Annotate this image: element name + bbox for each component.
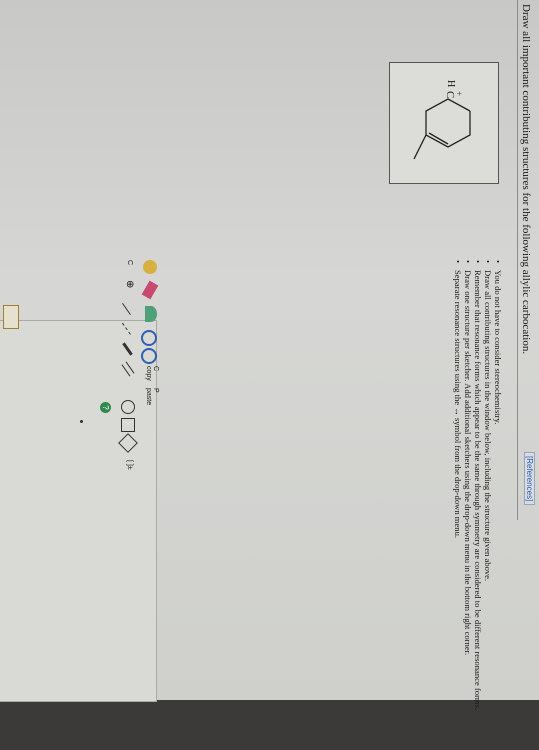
instruction-item: Separate resonance structures using the … bbox=[453, 270, 463, 750]
double-bond-icon[interactable] bbox=[121, 361, 135, 377]
instruction-item: You do not have to consider stereochemis… bbox=[493, 270, 503, 750]
copy-sub-label: copy bbox=[145, 366, 152, 381]
eraser-icon[interactable] bbox=[141, 280, 159, 300]
question-prompt: Draw all important contributing structur… bbox=[520, 4, 532, 355]
zoom-out-icon[interactable] bbox=[141, 348, 157, 364]
help-button[interactable]: ? bbox=[100, 402, 111, 413]
sketcher-toolbar: Ccopy Ppaste C ⊕ [ ]± ? bbox=[0, 250, 159, 480]
screen-frame: [References] Draw all important contribu… bbox=[0, 0, 539, 710]
rotated-page: [References] Draw all important contribu… bbox=[0, 0, 539, 710]
cyclopropane-icon[interactable] bbox=[121, 400, 135, 414]
charge-plus-tool[interactable]: ⊕ bbox=[124, 280, 135, 288]
undo-icon[interactable] bbox=[145, 306, 157, 322]
instruction-item: Draw one structure per sketcher. Add add… bbox=[463, 270, 473, 750]
paste-label: P bbox=[152, 388, 159, 393]
benzene-ring-icon[interactable] bbox=[121, 418, 135, 432]
paste-sub-label: paste bbox=[145, 388, 152, 406]
allylic-carbocation-structure bbox=[413, 98, 471, 160]
cyclopentane-icon[interactable] bbox=[118, 433, 138, 453]
divider bbox=[517, 0, 518, 520]
copy-label: C bbox=[152, 366, 159, 372]
molecule-figure: C + H bbox=[389, 62, 499, 184]
paste-button[interactable]: Ppaste bbox=[145, 388, 159, 405]
lasso-select-icon[interactable] bbox=[143, 260, 157, 274]
references-button[interactable]: [References] bbox=[524, 452, 535, 506]
wedge-bond-icon[interactable] bbox=[122, 342, 133, 356]
bracket-charge-tool[interactable]: [ ]± bbox=[126, 460, 133, 470]
instruction-item: Remember that resonance forms which appe… bbox=[473, 270, 483, 750]
instruction-item: Draw all contributing structures in the … bbox=[483, 270, 493, 750]
carbon-atom-tool[interactable]: C bbox=[126, 260, 133, 265]
zoom-in-icon[interactable] bbox=[141, 330, 157, 346]
cation-charge-label: + bbox=[454, 91, 464, 97]
copy-button[interactable]: Ccopy bbox=[145, 366, 159, 381]
hydrogen-atom-label: H bbox=[445, 80, 456, 88]
dash-bond-icon[interactable] bbox=[121, 322, 131, 336]
single-bond-icon[interactable] bbox=[122, 302, 131, 316]
